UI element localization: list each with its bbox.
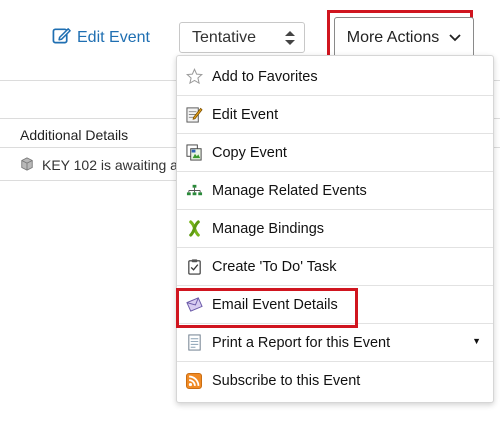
menu-item-label: Email Event Details xyxy=(212,296,338,313)
chevron-down-icon xyxy=(449,29,461,47)
menu-item-subscribe[interactable]: Subscribe to this Event xyxy=(177,362,493,400)
event-status-select[interactable]: Tentative xyxy=(179,22,305,53)
menu-item-label: Subscribe to this Event xyxy=(212,373,361,389)
divider xyxy=(0,180,180,181)
menu-item-label: Manage Bindings xyxy=(212,220,325,237)
hierarchy-icon xyxy=(185,182,203,200)
clipboard-icon xyxy=(185,258,203,276)
bindings-icon xyxy=(185,220,203,238)
menu-item-label: Manage Related Events xyxy=(212,182,367,199)
details-row-text: KEY 102 is awaiting a xyxy=(42,157,178,173)
menu-item-label: Print a Report for this Event xyxy=(212,334,391,351)
submenu-arrow-icon: ▼ xyxy=(472,336,481,346)
edit-icon xyxy=(52,26,71,50)
menu-item-copy-event[interactable]: Copy Event xyxy=(177,134,493,172)
copy-icon xyxy=(185,144,203,162)
select-updown-icon xyxy=(284,29,296,47)
envelope-icon xyxy=(185,296,203,314)
event-status-value: Tentative xyxy=(192,28,257,46)
menu-item-print-report[interactable]: Print a Report for this Event ▼ xyxy=(177,324,493,362)
cube-icon xyxy=(20,156,34,174)
menu-item-add-to-favorites[interactable]: Add to Favorites xyxy=(177,58,493,96)
menu-item-label: Copy Event xyxy=(212,144,287,161)
menu-item-edit-event[interactable]: Edit Event xyxy=(177,96,493,134)
more-actions-label: More Actions xyxy=(346,28,440,46)
menu-item-label: Add to Favorites xyxy=(212,68,318,85)
menu-item-create-todo-task[interactable]: Create 'To Do' Task xyxy=(177,248,493,286)
menu-item-label: Edit Event xyxy=(212,106,279,123)
more-actions-button[interactable]: More Actions xyxy=(334,17,474,58)
report-icon xyxy=(185,334,203,352)
menu-item-manage-related-events[interactable]: Manage Related Events xyxy=(177,172,493,210)
details-row: KEY 102 is awaiting a xyxy=(20,156,190,174)
more-actions-menu: Add to Favorites Edit Event Copy Event M… xyxy=(176,55,494,403)
menu-item-manage-bindings[interactable]: Manage Bindings xyxy=(177,210,493,248)
menu-item-email-event-details[interactable]: Email Event Details xyxy=(177,286,493,324)
edit-note-icon xyxy=(185,106,203,124)
additional-details-header: Additional Details xyxy=(20,127,129,143)
menu-item-label: Create 'To Do' Task xyxy=(212,258,337,275)
star-icon xyxy=(185,68,203,86)
edit-event-label: Edit Event xyxy=(77,29,150,46)
edit-event-link[interactable]: Edit Event xyxy=(52,26,150,50)
rss-icon xyxy=(185,372,203,390)
